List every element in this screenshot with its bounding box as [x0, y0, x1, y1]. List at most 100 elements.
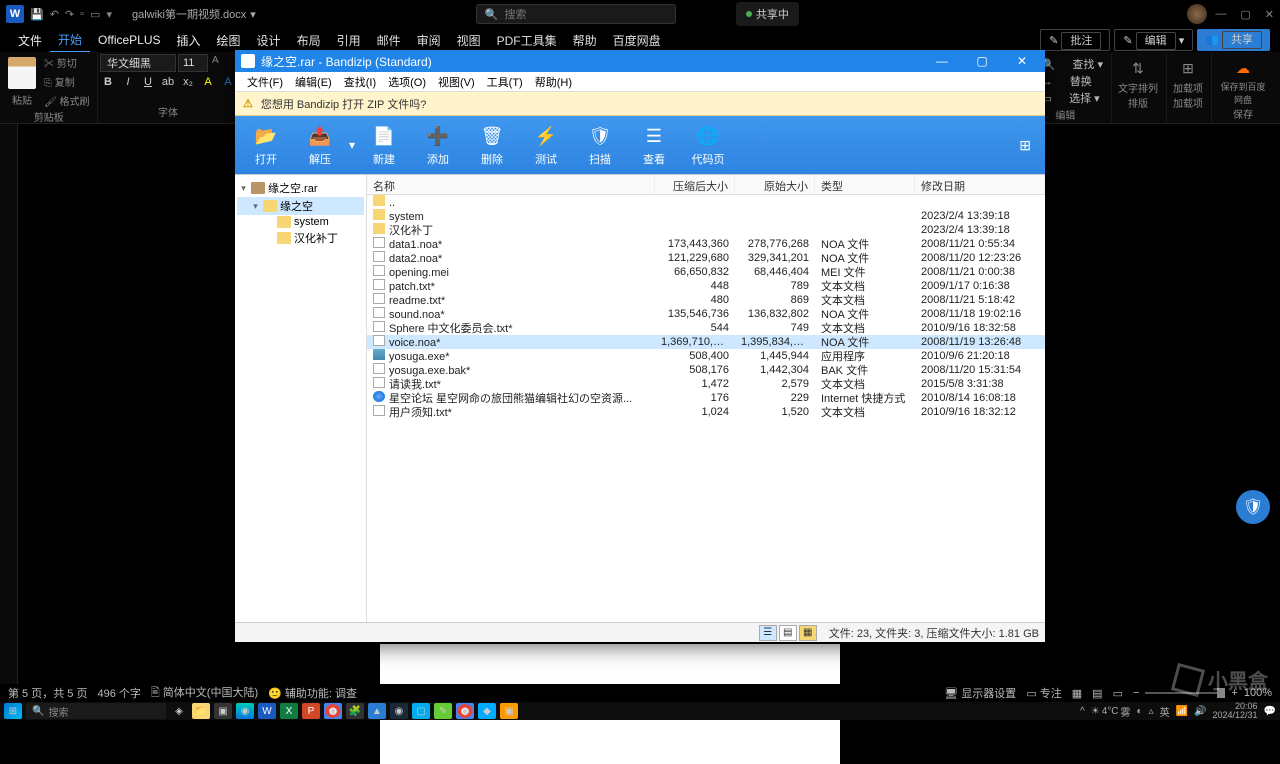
file-row[interactable]: yosuga.exe*508,4001,445,944应用程序2010/9/6 …: [367, 349, 1045, 363]
menu-tab[interactable]: 审阅: [409, 29, 449, 52]
maximize-icon[interactable]: ▢: [1240, 8, 1250, 21]
toolbar-代码页[interactable]: 🌐代码页: [681, 118, 735, 172]
font-size-input[interactable]: [178, 54, 208, 72]
maximize-icon[interactable]: ▢: [965, 54, 999, 68]
col-type[interactable]: 类型: [815, 175, 915, 194]
view-print-icon[interactable]: ▦: [1072, 687, 1082, 700]
file-row[interactable]: 请读我.txt*1,4722,579文本文档2015/5/8 3:31:38: [367, 377, 1045, 391]
view-details-icon[interactable]: ☰: [759, 625, 777, 641]
layout-toggle-icon[interactable]: ⊞: [1009, 137, 1041, 154]
tree-node[interactable]: ▾缘之空: [237, 197, 364, 215]
highlight-button[interactable]: A: [200, 76, 216, 88]
col-compressed[interactable]: 压缩后大小: [655, 175, 735, 194]
page-count[interactable]: 第 5 页，共 5 页: [8, 685, 87, 701]
bandizip-info-banner[interactable]: ⚠ 您想用 Bandizip 打开 ZIP 文件吗?: [235, 92, 1045, 116]
menu-tab[interactable]: 布局: [289, 29, 329, 52]
format-painter-button[interactable]: 🖌 格式刷: [42, 92, 91, 109]
file-row[interactable]: yosuga.exe.bak*508,1761,442,304BAK 文件200…: [367, 363, 1045, 377]
file-row[interactable]: data2.noa*121,229,680329,341,201NOA 文件20…: [367, 251, 1045, 265]
copy-button[interactable]: ⎘ 复制: [42, 73, 91, 90]
toolbar-测试[interactable]: ⚡测试: [519, 118, 573, 172]
menu-tab[interactable]: 帮助: [565, 29, 605, 52]
toolbar-删除[interactable]: 🗑删除: [465, 118, 519, 172]
focus-mode[interactable]: ▭ 专注: [1026, 685, 1061, 701]
file-row[interactable]: 星空论坛 星空网命の旅団熊猫编辑社幻の空资源...176229Internet …: [367, 391, 1045, 405]
taskbar-app[interactable]: ✎: [434, 703, 452, 719]
file-row[interactable]: data1.noa*173,443,360278,776,268NOA 文件20…: [367, 237, 1045, 251]
col-original[interactable]: 原始大小: [735, 175, 815, 194]
taskbar-steam-icon[interactable]: ◉: [390, 703, 408, 719]
file-row[interactable]: 汉化补丁2023/2/4 13:39:18: [367, 223, 1045, 237]
taskbar-app[interactable]: 🧩: [346, 703, 364, 719]
toolbar-扫描[interactable]: 🛡扫描: [573, 118, 627, 172]
menu-tab[interactable]: 设计: [249, 29, 289, 52]
minimize-icon[interactable]: —: [1215, 8, 1226, 21]
menu-tab[interactable]: 文件: [10, 29, 50, 52]
user-avatar[interactable]: [1187, 4, 1207, 24]
file-rows[interactable]: ..system2023/2/4 13:39:18汉化补丁2023/2/4 13…: [367, 195, 1045, 622]
undo-icon[interactable]: ↶: [50, 8, 59, 21]
redo-icon[interactable]: ↷: [65, 8, 74, 21]
share-button[interactable]: 👥 共享: [1197, 29, 1270, 51]
bandizip-tree[interactable]: ▾缘之空.rar▾缘之空system汉化补丁: [235, 175, 367, 622]
menu-item[interactable]: 文件(F): [241, 72, 289, 92]
document-title[interactable]: galwiki第一期视频.docx▾: [132, 6, 256, 22]
taskbar-search[interactable]: 🔍 搜索: [26, 703, 166, 719]
menu-tab[interactable]: 开始: [50, 28, 90, 53]
view-icons-icon[interactable]: ▦: [799, 625, 817, 641]
toolbar-添加[interactable]: ➕添加: [411, 118, 465, 172]
view-read-icon[interactable]: ▤: [1092, 687, 1102, 700]
taskbar-chrome-icon[interactable]: ◉: [324, 703, 342, 719]
toolbar-新建[interactable]: 📄新建: [357, 118, 411, 172]
tray-volume-icon[interactable]: 🔊: [1194, 706, 1206, 717]
display-settings[interactable]: 🖥 显示器设置: [944, 685, 1016, 701]
paste-icon[interactable]: [8, 57, 36, 89]
file-row[interactable]: readme.txt*480869文本文档2008/11/21 5:18:42: [367, 293, 1045, 307]
tree-node[interactable]: ▾缘之空.rar: [237, 179, 364, 197]
underline-button[interactable]: U: [140, 76, 156, 88]
menu-tab[interactable]: 绘图: [209, 29, 249, 52]
menu-item[interactable]: 视图(V): [432, 72, 481, 92]
close-icon[interactable]: ✕: [1265, 8, 1274, 21]
taskbar-clock[interactable]: 20:062024/12/31: [1213, 702, 1258, 720]
qa-icon[interactable]: ▫: [80, 8, 84, 21]
menu-item[interactable]: 选项(O): [382, 72, 432, 92]
subscript-button[interactable]: x₂: [180, 76, 196, 88]
tray-icon[interactable]: ◐: [1137, 706, 1143, 717]
taskbar-ppt-icon[interactable]: P: [302, 703, 320, 719]
taskbar-excel-icon[interactable]: X: [280, 703, 298, 719]
font-name-input[interactable]: [100, 54, 176, 72]
file-row[interactable]: opening.mei66,650,83268,446,404MEI 文件200…: [367, 265, 1045, 279]
sharing-indicator[interactable]: 共享中: [736, 2, 799, 26]
strike-button[interactable]: ab: [160, 76, 176, 88]
menu-item[interactable]: 工具(T): [481, 72, 529, 92]
tray-ime-icon[interactable]: 英: [1160, 704, 1170, 719]
paste-button[interactable]: 粘贴: [10, 91, 34, 108]
tray-icon[interactable]: ▵: [1149, 706, 1154, 717]
taskbar-chrome-icon[interactable]: ◉: [456, 703, 474, 719]
file-row[interactable]: Sphere 中文化委员会.txt*544749文本文档2010/9/16 18…: [367, 321, 1045, 335]
col-name[interactable]: 名称: [367, 175, 655, 194]
col-date[interactable]: 修改日期: [915, 175, 1045, 194]
toolbar-打开[interactable]: 📂打开: [239, 118, 293, 172]
menu-tab[interactable]: 视图: [449, 29, 489, 52]
save-icon[interactable]: 💾: [30, 8, 44, 21]
tree-node[interactable]: 汉化补丁: [237, 229, 364, 247]
system-tray[interactable]: ^ ☀ 4°C 雾 ◐ ▵ 英 📶 🔊 20:062024/12/31 💬: [1080, 702, 1276, 720]
menu-item[interactable]: 帮助(H): [529, 72, 578, 92]
taskbar-app[interactable]: ▣: [500, 703, 518, 719]
font-grow-icon[interactable]: A: [210, 54, 221, 72]
menu-tab[interactable]: 引用: [329, 29, 369, 52]
view-list-icon[interactable]: ▤: [779, 625, 797, 641]
taskbar-app[interactable]: ◆: [478, 703, 496, 719]
toolbar-解压[interactable]: 📤解压: [293, 118, 347, 172]
taskbar-app[interactable]: ▢: [412, 703, 430, 719]
menu-tab[interactable]: OfficePLUS: [90, 30, 168, 50]
edit-button[interactable]: ✎ 编辑 ▾: [1114, 29, 1193, 51]
baidu-group[interactable]: ☁ 保存到百度网盘 保存: [1211, 54, 1274, 124]
bold-button[interactable]: B: [100, 76, 116, 88]
a11y-status[interactable]: 🙂 辅助功能: 调查: [268, 685, 357, 701]
close-icon[interactable]: ✕: [1005, 54, 1039, 68]
addins-group[interactable]: ⊞ 加载项 加载项: [1166, 54, 1209, 124]
bandizip-titlebar[interactable]: 缘之空.rar - Bandizip (Standard) — ▢ ✕: [235, 50, 1045, 72]
